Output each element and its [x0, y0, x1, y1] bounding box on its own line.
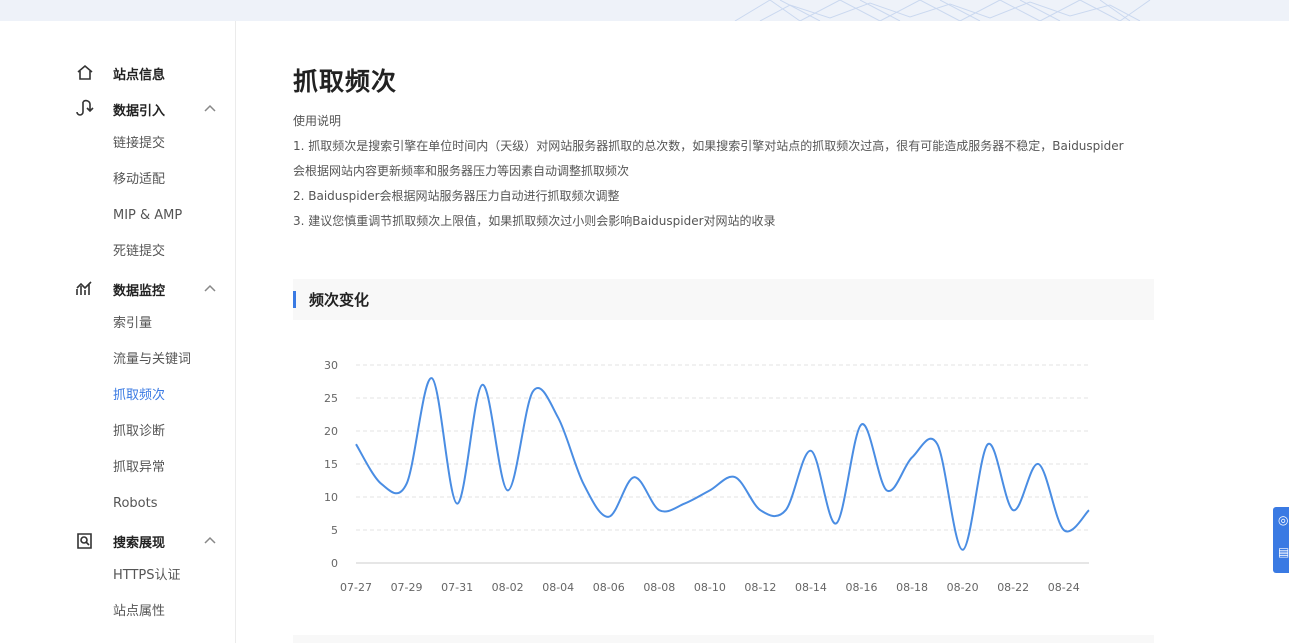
- usage-line: 会根据网站内容更新频率和服务器压力等因素自动调整抓取频次: [293, 164, 630, 178]
- crawl-frequency-chart: 0 5 10 15 20 25 30 07-27 07-29 07-31 08-02 08-04 08-…: [300, 345, 1100, 605]
- y-tick-label: 5: [331, 524, 338, 537]
- sidebar-item-mobile-adapt[interactable]: 移动适配: [113, 170, 165, 190]
- x-tick-label: 07-31: [441, 581, 473, 594]
- x-tick-label: 08-12: [744, 581, 776, 594]
- sidebar-item-site-attributes[interactable]: 站点属性: [113, 602, 165, 622]
- sidebar-group-label: 搜索展现: [113, 536, 166, 551]
- document-icon[interactable]: ▤: [1278, 545, 1289, 559]
- usage-line: 3. 建议您慎重调节抓取频次上限值，如果抓取频次过小则会影响Baiduspide…: [293, 214, 776, 228]
- x-tick-label: 08-14: [795, 581, 827, 594]
- y-tick-label: 15: [324, 458, 338, 471]
- y-tick-label: 10: [324, 491, 338, 504]
- sidebar-item-link-submit[interactable]: 链接提交: [113, 134, 165, 154]
- x-tick-label: 08-16: [846, 581, 878, 594]
- sidebar-item-https[interactable]: HTTPS认证: [113, 566, 181, 586]
- x-tick-label: 08-18: [896, 581, 928, 594]
- sidebar-group-data-import[interactable]: 数据引入: [0, 96, 235, 122]
- chevron-up-icon[interactable]: [203, 103, 217, 113]
- sidebar-item-mip-amp[interactable]: MIP & AMP: [113, 206, 182, 226]
- data-import-icon: [76, 99, 94, 116]
- sidebar-group-label: 站点信息: [113, 68, 166, 83]
- section-accent: [293, 291, 296, 308]
- x-tick-label: 08-06: [593, 581, 625, 594]
- sidebar-item-robots[interactable]: Robots: [113, 494, 157, 514]
- x-tick-label: 08-24: [1048, 581, 1080, 594]
- sidebar-group-site-info[interactable]: 站点信息: [0, 60, 235, 86]
- search-display-icon: [77, 533, 92, 549]
- y-tick-label: 30: [324, 359, 338, 372]
- sidebar-group-search-display[interactable]: 搜索展现: [0, 528, 235, 554]
- floating-toolbar[interactable]: ◎ ▤: [1273, 507, 1289, 573]
- data-monitor-icon: [76, 281, 92, 295]
- top-banner: [0, 0, 1289, 21]
- x-tick-label: 08-04: [542, 581, 574, 594]
- chevron-up-icon[interactable]: [203, 283, 217, 293]
- sidebar-group-label: 数据引入: [113, 104, 166, 119]
- section-header: 频次变化: [293, 279, 1154, 320]
- x-tick-label: 08-02: [492, 581, 524, 594]
- sidebar-item-traffic-keywords[interactable]: 流量与关键词: [113, 350, 191, 370]
- chevron-up-icon[interactable]: [203, 535, 217, 545]
- x-tick-label: 08-22: [997, 581, 1029, 594]
- usage-line: 1. 抓取频次是搜索引擎在单位时间内（天级）对网站服务器抓取的总次数，如果搜索引…: [293, 139, 1124, 153]
- sidebar-group-data-monitor[interactable]: 数据监控: [0, 276, 235, 302]
- sidebar-group-label: 数据监控: [113, 284, 166, 299]
- x-tick-label: 07-29: [391, 581, 423, 594]
- sidebar-item-crawl-diagnosis[interactable]: 抓取诊断: [113, 422, 165, 442]
- y-tick-label: 0: [331, 557, 338, 570]
- sidebar-item-index-volume[interactable]: 索引量: [113, 314, 152, 334]
- y-tick-label: 20: [324, 425, 338, 438]
- usage-line: 2. Baiduspider会根据网站服务器压力自动进行抓取频次调整: [293, 189, 620, 203]
- banner-pattern-icon: [734, 0, 1151, 21]
- sidebar-item-dead-link[interactable]: 死链提交: [113, 242, 165, 262]
- next-section-header: [293, 635, 1154, 643]
- page-title: 抓取频次: [293, 67, 398, 96]
- x-tick-label: 08-10: [694, 581, 726, 594]
- feedback-icon[interactable]: ◎: [1278, 513, 1288, 527]
- sidebar-item-crawl-errors[interactable]: 抓取异常: [113, 458, 165, 478]
- x-tick-label: 08-20: [947, 581, 979, 594]
- line-chart: 0 5 10 15 20 25 30 07-27 07-29 07-31 08-02 08-04 08-…: [324, 359, 1090, 594]
- sidebar-item-crawl-frequency[interactable]: 抓取频次: [113, 386, 165, 406]
- x-tick-label: 08-08: [643, 581, 675, 594]
- y-tick-label: 25: [324, 392, 338, 405]
- usage-heading: 使用说明: [293, 114, 342, 128]
- home-icon: [77, 64, 93, 80]
- section-title: 频次变化: [309, 291, 370, 309]
- x-tick-label: 07-27: [340, 581, 372, 594]
